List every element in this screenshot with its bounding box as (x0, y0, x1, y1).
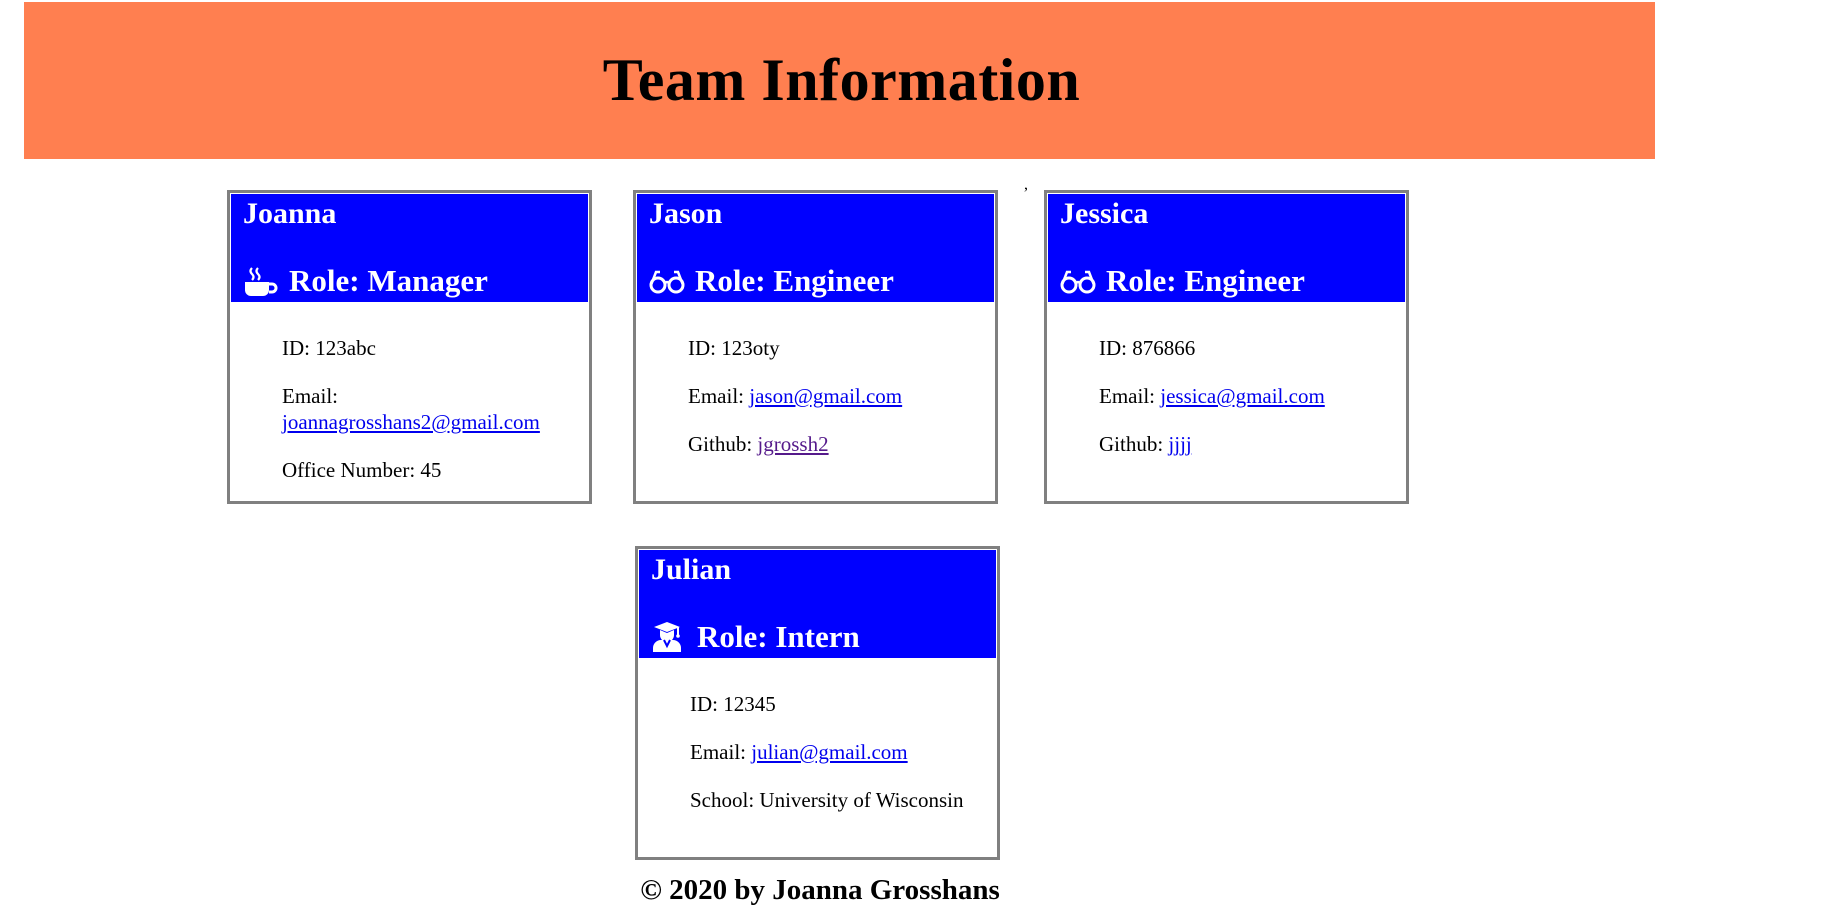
coffee-icon (243, 266, 279, 296)
role-label: Role: Manager (289, 263, 488, 298)
employee-name: Jason (649, 197, 723, 230)
id-row: ID: 876866 (1099, 336, 1196, 360)
employee-role: Role: Engineer (649, 260, 894, 302)
email-label: Email: (1099, 384, 1161, 408)
role-label: Role: Engineer (1106, 263, 1305, 298)
email-link[interactable]: joannagrosshans2@gmail.com (282, 410, 540, 434)
card-body: ID: 123oty Email: jason@gmail.com Github… (688, 335, 985, 479)
card-body: ID: 123abc Email: joannagrosshans2@gmail… (282, 335, 579, 505)
page-header: Team Information (24, 2, 1655, 159)
employee-card-jessica: Jessica Role: Engineer ID: 876866 Email:… (1044, 190, 1409, 504)
school-row: School: University of Wisconsin (690, 788, 964, 812)
github-link[interactable]: jgrossh2 (757, 432, 828, 456)
role-label: Role: Intern (697, 619, 860, 654)
github-label: Github: (1099, 432, 1169, 456)
page: Team Information , Joanna Role: Manager … (0, 0, 1821, 921)
employee-card-jason: Jason Role: Engineer ID: 123oty Email: j… (633, 190, 998, 504)
id-row: ID: 123oty (688, 336, 780, 360)
card-header: Jessica Role: Engineer (1048, 194, 1405, 302)
email-row: Email: jason@gmail.com (688, 383, 985, 409)
stray-comma: , (1024, 176, 1028, 193)
card-body: ID: 876866 Email: jessica@gmail.com Gith… (1099, 335, 1396, 479)
github-link[interactable]: jjjj (1168, 432, 1191, 456)
glasses-icon (1060, 266, 1096, 296)
email-row: Email: jessica@gmail.com (1099, 383, 1396, 409)
id-row: ID: 123abc (282, 336, 376, 360)
employee-card-julian: Julian Role: Intern ID: 12345 Email: jul… (635, 546, 1000, 860)
email-label: Email: (282, 384, 338, 408)
card-body: ID: 12345 Email: julian@gmail.com School… (690, 691, 987, 835)
github-row: Github: jgrossh2 (688, 431, 985, 457)
github-row: Github: jjjj (1099, 431, 1396, 457)
office-number-row: Office Number: 45 (282, 458, 442, 482)
email-label: Email: (688, 384, 750, 408)
github-label: Github: (688, 432, 758, 456)
page-title: Team Information (602, 47, 1081, 113)
employee-role: Role: Intern (651, 616, 860, 658)
employee-name: Jessica (1060, 197, 1149, 230)
email-row: Email: joannagrosshans2@gmail.com (282, 383, 579, 435)
graduate-icon (651, 622, 687, 652)
role-label: Role: Engineer (695, 263, 894, 298)
employee-name: Joanna (243, 197, 337, 230)
email-link[interactable]: julian@gmail.com (751, 740, 907, 764)
card-header: Julian Role: Intern (639, 550, 996, 658)
employee-role: Role: Manager (243, 260, 488, 302)
email-label: Email: (690, 740, 752, 764)
card-header: Joanna Role: Manager (231, 194, 588, 302)
employee-role: Role: Engineer (1060, 260, 1305, 302)
page-footer: © 2020 by Joanna Grosshans (640, 874, 1000, 906)
email-link[interactable]: jessica@gmail.com (1160, 384, 1325, 408)
email-row: Email: julian@gmail.com (690, 739, 987, 765)
card-header: Jason Role: Engineer (637, 194, 994, 302)
id-row: ID: 12345 (690, 692, 776, 716)
employee-name: Julian (651, 553, 732, 586)
glasses-icon (649, 266, 685, 296)
employee-card-joanna: Joanna Role: Manager ID: 123abc Email: j… (227, 190, 592, 504)
email-link[interactable]: jason@gmail.com (749, 384, 902, 408)
